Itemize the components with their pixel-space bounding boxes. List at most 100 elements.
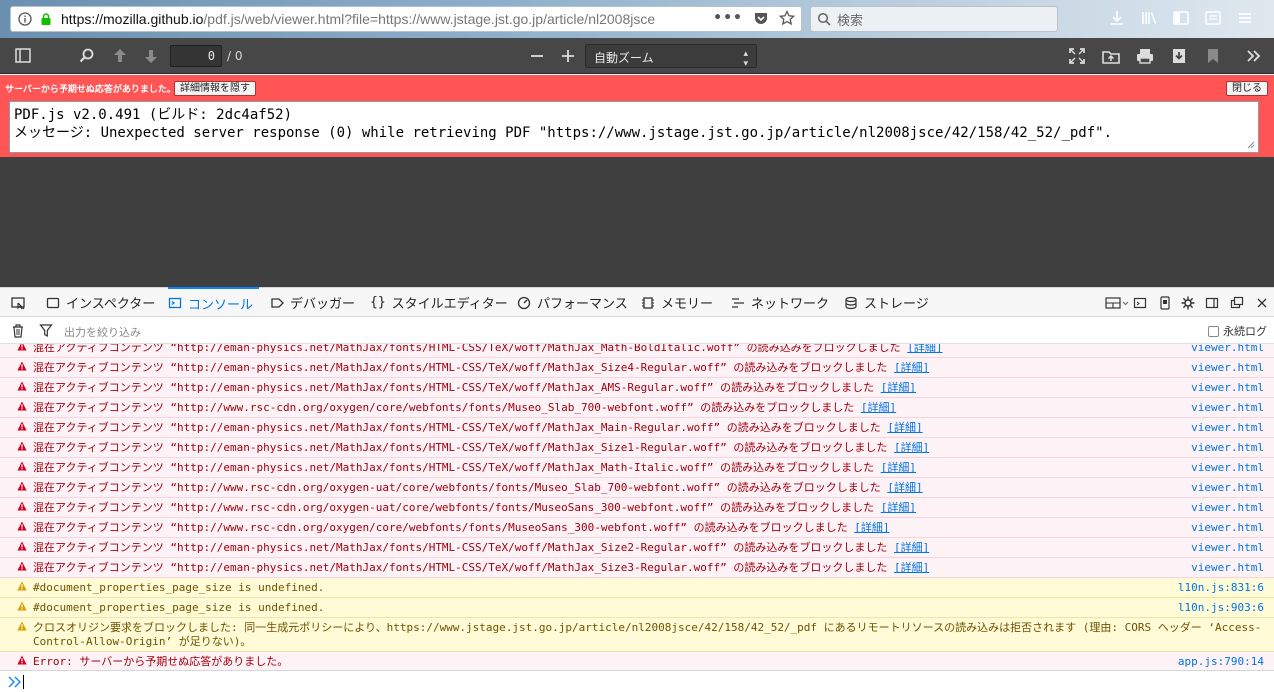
hide-details-button[interactable]: 詳細情報を隠す [174, 81, 256, 96]
message-source-link[interactable]: viewer.html [1191, 481, 1264, 495]
info-icon[interactable] [18, 12, 32, 26]
reader-icon[interactable] [1204, 9, 1222, 27]
console-message[interactable]: 混在アクティブコンテンツ “http://eman-physics.net/Ma… [0, 538, 1274, 558]
message-source-link[interactable]: viewer.html [1191, 561, 1264, 575]
pocket-icon[interactable] [753, 10, 769, 26]
filter-input[interactable]: 出力を絞り込み [64, 324, 141, 340]
tab-debugger[interactable]: デバッガー [270, 288, 355, 317]
learn-more-link[interactable]: [詳細] [894, 441, 929, 454]
page-number-input[interactable]: 0 [170, 45, 222, 67]
console-message[interactable]: 混在アクティブコンテンツ “http://www.rsc-cdn.org/oxy… [0, 498, 1274, 518]
sidebar-toggle-icon[interactable] [13, 46, 33, 66]
message-source-link[interactable]: viewer.html [1191, 361, 1264, 375]
sidebar-icon[interactable] [1172, 9, 1190, 27]
library-icon[interactable] [1140, 9, 1158, 27]
console-message[interactable]: 混在アクティブコンテンツ “http://eman-physics.net/Ma… [0, 418, 1274, 438]
tab-memory[interactable]: メモリー [641, 288, 713, 317]
learn-more-link[interactable]: [詳細] [907, 344, 942, 354]
url-bar[interactable]: https://mozilla.github.io/pdf.js/web/vie… [10, 6, 802, 32]
console-message[interactable]: 混在アクティブコンテンツ “http://eman-physics.net/Ma… [0, 358, 1274, 378]
menu-icon[interactable] [1236, 9, 1254, 27]
message-source-link[interactable]: viewer.html [1191, 344, 1264, 355]
message-source-link[interactable]: viewer.html [1191, 461, 1264, 475]
settings-gear-icon[interactable] [1181, 288, 1195, 317]
learn-more-link[interactable]: [詳細] [887, 481, 922, 494]
console-message[interactable]: 混在アクティブコンテンツ “http://eman-physics.net/Ma… [0, 344, 1274, 358]
url-text[interactable]: https://mozilla.github.io/pdf.js/web/vie… [61, 11, 681, 27]
tab-network[interactable]: ネットワーク [731, 288, 829, 317]
find-icon[interactable] [77, 46, 97, 66]
console-message-text: 混在アクティブコンテンツ “http://eman-physics.net/Ma… [33, 561, 930, 574]
tab-storage[interactable]: ストレージ [844, 288, 929, 317]
bookmark-star-icon[interactable] [779, 10, 795, 26]
console-message[interactable]: 混在アクティブコンテンツ “http://eman-physics.net/Ma… [0, 438, 1274, 458]
page-actions-icon[interactable]: ••• [713, 10, 743, 26]
console-message[interactable]: クロスオリジン要求をブロックしました: 同一生成元ポリシーにより、https:/… [0, 618, 1274, 652]
console-message[interactable]: 混在アクティブコンテンツ “http://eman-physics.net/Ma… [0, 558, 1274, 578]
tab-performance[interactable]: パフォーマンス [517, 288, 628, 317]
dock-side-icon[interactable] [1205, 288, 1219, 317]
console-message[interactable]: 混在アクティブコンテンツ “http://eman-physics.net/Ma… [0, 458, 1274, 478]
search-bar[interactable]: 検索 [810, 6, 1058, 32]
learn-more-link[interactable]: [詳細] [854, 521, 889, 534]
page-count: / 0 [227, 49, 243, 63]
message-source-link[interactable]: l10n.js:831:6 [1178, 581, 1264, 595]
message-source-link[interactable]: viewer.html [1191, 421, 1264, 435]
responsive-design-icon[interactable] [1159, 288, 1171, 317]
filter-funnel-icon[interactable] [39, 323, 53, 338]
message-source-link[interactable]: viewer.html [1191, 381, 1264, 395]
download-pdf-icon[interactable] [1169, 46, 1189, 66]
bookmark-icon[interactable] [1203, 46, 1223, 66]
console-message[interactable]: 混在アクティブコンテンツ “http://eman-physics.net/Ma… [0, 378, 1274, 398]
print-icon[interactable] [1135, 46, 1155, 66]
separate-window-icon[interactable] [1230, 288, 1244, 317]
persist-logs-checkbox[interactable]: 永続ログ [1208, 323, 1267, 339]
console-message[interactable]: Error: サーバーから予期せぬ応答がありました。 app.js:790:14 [0, 652, 1274, 670]
message-source-link[interactable]: l10n.js:903:6 [1178, 601, 1264, 615]
learn-more-link[interactable]: [詳細] [887, 421, 922, 434]
layout-select-icon[interactable] [1105, 288, 1129, 317]
console-message[interactable]: 混在アクティブコンテンツ “http://www.rsc-cdn.org/oxy… [0, 518, 1274, 538]
download-icon[interactable] [1108, 9, 1126, 27]
error-icon [17, 655, 27, 665]
scratchpad-icon[interactable] [1133, 288, 1147, 317]
tab-inspector[interactable]: インスペクター [46, 288, 155, 317]
close-error-button[interactable]: 閉じる [1226, 81, 1268, 96]
console-message[interactable]: #document_properties_page_size is undefi… [0, 578, 1274, 598]
console-input[interactable] [0, 670, 1274, 692]
error-details[interactable]: PDF.js v2.0.491 (ビルド: 2dc4af52) メッセージ: Un… [9, 101, 1259, 153]
message-source-link[interactable]: app.js:790:14 [1178, 655, 1264, 669]
console-message[interactable]: #document_properties_page_size is undefi… [0, 598, 1274, 618]
console-message-text: 混在アクティブコンテンツ “http://www.rsc-cdn.org/oxy… [33, 521, 890, 534]
learn-more-link[interactable]: [詳細] [861, 401, 896, 414]
zoom-out-icon[interactable] [527, 46, 547, 66]
previous-page-icon[interactable] [110, 46, 130, 66]
open-file-icon[interactable] [1101, 46, 1121, 66]
checkbox-box[interactable] [1208, 325, 1219, 337]
message-source-link[interactable]: viewer.html [1191, 441, 1264, 455]
learn-more-link[interactable]: [詳細] [881, 461, 916, 474]
tab-console[interactable]: コンソール [168, 287, 260, 317]
learn-more-link[interactable]: [詳細] [894, 561, 929, 574]
element-picker-icon[interactable] [10, 288, 26, 317]
tools-icon[interactable] [1244, 46, 1264, 66]
learn-more-link[interactable]: [詳細] [894, 361, 929, 374]
learn-more-link[interactable]: [詳細] [881, 501, 916, 514]
resize-grip-icon[interactable] [1247, 141, 1255, 149]
tab-style-editor[interactable]: {} スタイルエディター [370, 288, 508, 317]
message-source-link[interactable]: viewer.html [1191, 521, 1264, 535]
trash-icon[interactable] [11, 323, 25, 338]
learn-more-link[interactable]: [詳細] [881, 381, 916, 394]
presentation-mode-icon[interactable] [1067, 46, 1087, 66]
message-source-link[interactable]: viewer.html [1191, 541, 1264, 555]
next-page-icon[interactable] [141, 46, 161, 66]
console-message[interactable]: 混在アクティブコンテンツ “http://www.rsc-cdn.org/oxy… [0, 398, 1274, 418]
lock-icon[interactable] [39, 12, 53, 26]
close-devtools-icon[interactable] [1256, 288, 1268, 317]
learn-more-link[interactable]: [詳細] [894, 541, 929, 554]
message-source-link[interactable]: viewer.html [1191, 501, 1264, 515]
zoom-in-icon[interactable] [558, 46, 578, 66]
console-message[interactable]: 混在アクティブコンテンツ “http://www.rsc-cdn.org/oxy… [0, 478, 1274, 498]
zoom-select[interactable]: 自動ズーム ▴ ▾ [585, 44, 757, 69]
message-source-link[interactable]: viewer.html [1191, 401, 1264, 415]
